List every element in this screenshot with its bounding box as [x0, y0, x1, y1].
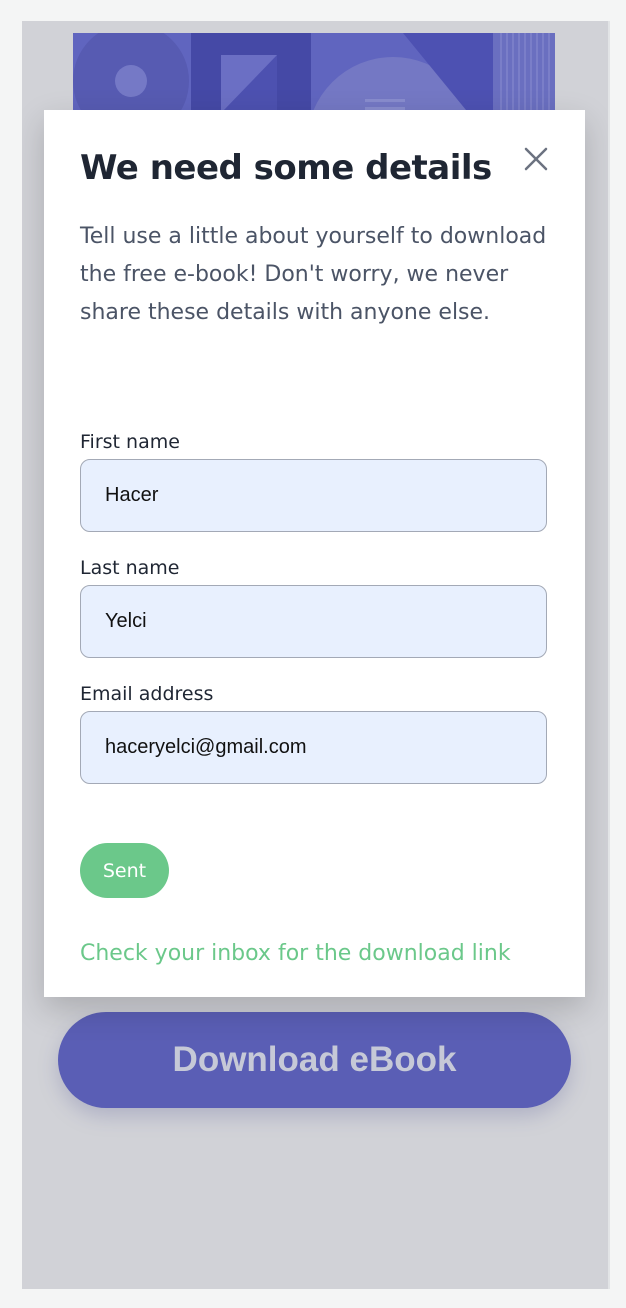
sent-button[interactable]: Sent — [80, 843, 169, 898]
first-name-label: First name — [80, 431, 180, 453]
last-name-label: Last name — [80, 557, 180, 579]
first-name-input[interactable] — [80, 459, 547, 532]
last-name-input[interactable] — [80, 585, 547, 658]
close-icon[interactable] — [522, 145, 550, 173]
modal-title: We need some details — [80, 148, 492, 188]
email-address-input[interactable] — [80, 711, 547, 784]
phone-screen: Download eBook We need some details Tell… — [22, 21, 610, 1289]
details-modal: We need some details Tell use a little a… — [44, 110, 585, 997]
success-message: Check your inbox for the download link — [80, 941, 511, 966]
modal-description: Tell use a little about yourself to down… — [80, 224, 547, 325]
email-address-label: Email address — [80, 683, 214, 705]
